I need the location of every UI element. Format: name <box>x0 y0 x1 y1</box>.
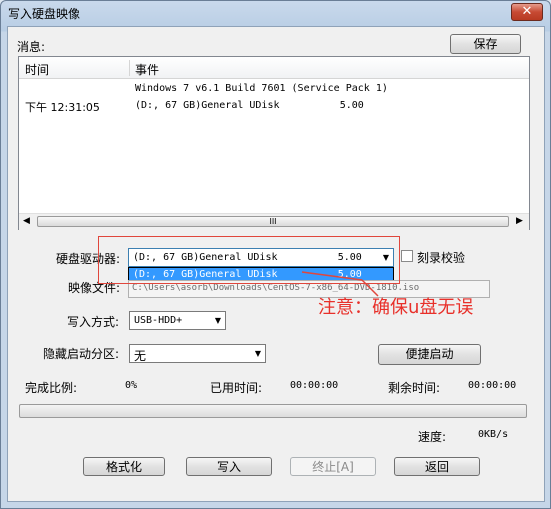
horizontal-scrollbar[interactable]: ◀ III ▶ <box>19 213 529 230</box>
speed-value: 0KB/s <box>478 429 509 440</box>
verify-checkbox-label[interactable]: 刻录校验 <box>417 249 465 266</box>
scroll-right-icon[interactable]: ▶ <box>516 216 523 226</box>
percent-label: 完成比例: <box>25 381 78 395</box>
remaining-value: 00:00:00 <box>468 380 517 391</box>
write-mode-select[interactable]: USB-HDD+ ▼ <box>129 311 226 330</box>
header-divider <box>129 60 130 76</box>
log-header <box>19 57 529 79</box>
title-bar[interactable]: 写入硬盘映像 ✕ <box>0 0 551 26</box>
close-button[interactable]: ✕ <box>511 3 543 21</box>
remaining-label: 剩余时间: <box>388 381 441 395</box>
column-header-time[interactable]: 时间 <box>25 61 49 78</box>
elapsed-label: 已用时间: <box>210 381 263 395</box>
chevron-down-icon[interactable]: ▼ <box>255 349 261 358</box>
chevron-down-icon[interactable]: ▼ <box>215 316 221 325</box>
format-button[interactable]: 格式化 <box>83 457 165 476</box>
log-row-2-time: 下午 12:31:05 <box>25 101 100 114</box>
log-row-1-event: Windows 7 v6.1 Build 7601 (Service Pack … <box>135 83 388 94</box>
elapsed-value: 00:00:00 <box>290 380 339 391</box>
message-label: 消息: <box>17 40 46 54</box>
column-header-event[interactable]: 事件 <box>135 61 159 78</box>
speed-label: 速度: <box>418 430 447 444</box>
progress-bar <box>19 404 527 418</box>
hidden-partition-select[interactable]: 无 ▼ <box>129 344 266 363</box>
verify-checkbox[interactable] <box>401 250 413 262</box>
write-mode-value: USB-HDD+ <box>134 315 183 326</box>
abort-button[interactable]: 终止[A] <box>290 457 376 476</box>
scroll-grip-icon: III <box>269 217 277 226</box>
close-icon: ✕ <box>521 4 533 19</box>
hidden-partition-label: 隐藏启动分区: <box>43 347 120 361</box>
hidden-partition-value: 无 <box>134 349 147 363</box>
log-row-2-event: (D:, 67 GB)General UDisk 5.00 <box>135 100 364 111</box>
write-button[interactable]: 写入 <box>186 457 272 476</box>
message-log[interactable]: 时间 事件 Windows 7 v6.1 Build 7601 (Service… <box>18 56 530 230</box>
annotation-note: 注意：确保u盘无误 <box>318 297 474 318</box>
save-button[interactable]: 保存 <box>450 34 521 54</box>
back-button[interactable]: 返回 <box>394 457 480 476</box>
quick-boot-button[interactable]: 便捷启动 <box>378 344 481 365</box>
scroll-left-icon[interactable]: ◀ <box>23 216 30 226</box>
scroll-thumb[interactable]: III <box>37 216 509 227</box>
window-title: 写入硬盘映像 <box>8 7 81 21</box>
percent-value: 0% <box>125 380 138 391</box>
write-mode-label: 写入方式: <box>67 315 120 329</box>
